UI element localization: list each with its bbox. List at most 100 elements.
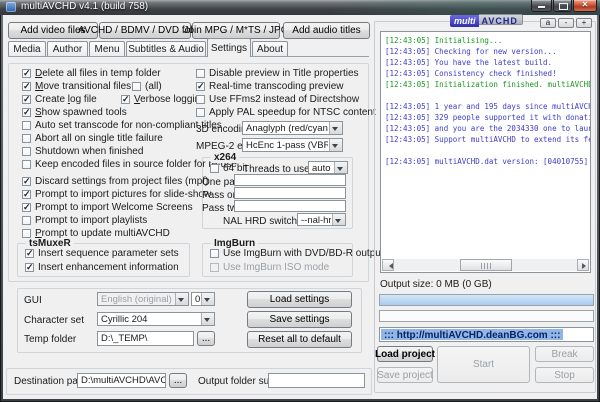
3d-encoding-value: Anaglyph (red/cyan) (246, 123, 328, 134)
checkbox-insert-sps[interactable]: Insert sequence parameter sets (25, 249, 179, 259)
checkbox-box[interactable] (22, 190, 31, 199)
tab-author[interactable]: Author (47, 41, 88, 57)
checkbox-box[interactable] (196, 108, 205, 117)
multiavchd-logo: multiAVCHD (450, 15, 523, 27)
checkbox-box[interactable] (196, 69, 205, 78)
log-line: [12:43:05] You have the latest build. (385, 57, 590, 68)
log-horizontal-scrollbar[interactable] (382, 259, 589, 271)
mpeg2-encoder-select[interactable]: HcEnc 1-pass (VBR) (242, 138, 343, 152)
log-font-button[interactable]: a (540, 18, 556, 28)
gui-index-select[interactable]: 0 (191, 292, 215, 306)
x264-group-title: x264 (211, 152, 239, 163)
checkbox-x264-64bit[interactable]: 64 bit (210, 164, 247, 174)
homepage-url-field[interactable]: ::: http://multiAVCHD.deanBG.com ::: (379, 327, 594, 342)
chevron-down-icon (201, 293, 214, 305)
checkbox-box[interactable] (22, 134, 31, 143)
checkbox-move-transitional-files[interactable]: Move transitional files (22, 82, 131, 92)
save-project-button: Save project (377, 367, 433, 383)
scroll-right-arrow-icon[interactable] (577, 259, 589, 271)
load-settings-button[interactable]: Load settings (247, 291, 352, 308)
tab-media[interactable]: Media (8, 41, 46, 57)
join-mpg-mts-jpg-button[interactable]: Join MPG / M*TS / JPG (192, 22, 280, 39)
checkbox-shutdown-when-finished[interactable]: Shutdown when finished (22, 147, 143, 157)
character-set-select[interactable]: Cyrillic 204 (97, 312, 215, 326)
output-suffix-input[interactable] (268, 373, 365, 388)
threads-select[interactable]: auto (308, 161, 348, 174)
tab-settings[interactable]: Settings (207, 38, 251, 57)
checkbox-label: Use FFms2 instead of Directshow (209, 95, 359, 105)
log-output[interactable]: [12:43:05] Initialising... [12:43:05] Ch… (380, 31, 591, 273)
minimize-button[interactable] (531, 0, 552, 12)
checkbox-box[interactable] (210, 164, 219, 173)
checkbox-box[interactable] (22, 160, 31, 169)
nal-hrd-select[interactable]: --nal-hrd vbr (297, 213, 346, 226)
save-settings-button[interactable]: Save settings (247, 311, 352, 328)
checkbox-discard-project-settings[interactable]: Discard settings from project files (mpf… (22, 177, 208, 187)
checkbox-prompt-import-welcome-screens[interactable]: Prompt to import Welcome Screens (22, 203, 193, 213)
checkbox-label: Show spawned tools (35, 108, 127, 118)
checkbox-use-ffms2[interactable]: Use FFms2 instead of Directshow (196, 95, 359, 105)
3d-encoding-select[interactable]: Anaglyph (red/cyan) (242, 121, 343, 135)
checkbox-abort-on-failure[interactable]: Abort all on single title failure (22, 134, 163, 144)
checkbox-box[interactable] (210, 249, 219, 258)
checkbox-insert-sei[interactable]: Insert enhancement information (25, 263, 179, 273)
scrollbar-thumb[interactable] (460, 259, 512, 271)
checkbox-box[interactable] (22, 216, 31, 225)
reset-settings-button[interactable]: Reset all to default (247, 331, 352, 348)
checkbox-move-all[interactable]: (all) (132, 82, 162, 92)
maximize-button[interactable] (553, 0, 572, 12)
chevron-down-icon (329, 122, 342, 134)
checkbox-box[interactable] (196, 82, 205, 91)
checkbox-box[interactable] (22, 177, 31, 186)
one-pass-input[interactable] (234, 174, 346, 186)
checkbox-box[interactable] (22, 147, 31, 156)
temp-folder-browse-button[interactable]: ... (197, 331, 215, 346)
checkbox-box[interactable] (132, 82, 141, 91)
pass-two-input[interactable] (234, 200, 346, 212)
checkbox-delete-temp-files[interactable]: Delete all files in temp folder (22, 69, 161, 79)
window-title: multiAVCHD v4.1 (build 758) (21, 1, 148, 12)
temp-folder-input[interactable]: D:\_TEMP\ (97, 331, 194, 346)
log-shrink-button[interactable]: - (558, 18, 574, 28)
checkbox-label: (all) (145, 82, 162, 92)
checkbox-create-log-file[interactable]: Create log file (22, 95, 97, 105)
checkbox-box[interactable] (22, 229, 31, 238)
checkbox-box[interactable] (22, 95, 31, 104)
checkbox-prompt-import-playlists[interactable]: Prompt to import playlists (22, 216, 147, 226)
checkbox-box[interactable] (22, 203, 31, 212)
checkbox-box[interactable] (22, 108, 31, 117)
checkbox-label: Auto set transcode for non-compliant tit… (35, 121, 222, 131)
destination-path-input[interactable]: D:\multiAVCHD\AVCHD\ (77, 373, 166, 388)
load-project-button[interactable]: Load project (377, 346, 433, 362)
checkbox-box[interactable] (22, 121, 31, 130)
tab-subtitles-audio[interactable]: Subtitles & Audio (126, 41, 206, 57)
checkbox-disable-preview[interactable]: Disable preview in Title properties (196, 69, 359, 79)
checkbox-auto-set-transcode[interactable]: Auto set transcode for non-compliant tit… (22, 121, 222, 131)
destination-browse-button[interactable]: ... (169, 373, 187, 388)
checkbox-pal-speedup[interactable]: Apply PAL speedup for NTSC content (196, 108, 376, 118)
checkbox-box[interactable] (22, 69, 31, 78)
checkbox-box[interactable] (22, 82, 31, 91)
tab-about[interactable]: About (252, 41, 288, 57)
checkbox-realtime-preview[interactable]: Real-time transcoding preview (196, 82, 344, 92)
tab-menu[interactable]: Menu (89, 41, 125, 57)
checkbox-verbose-logging[interactable]: Verbose logging (121, 95, 206, 105)
log-grow-button[interactable]: + (576, 18, 592, 28)
checkbox-label: Move transitional files (35, 82, 131, 92)
checkbox-show-spawned-tools[interactable]: Show spawned tools (22, 108, 127, 118)
checkbox-label: Prompt to import Welcome Screens (35, 203, 193, 213)
checkbox-box[interactable] (196, 95, 205, 104)
log-line: [12:43:05] 1 year and 195 days since mul… (385, 101, 590, 112)
pass-one-input[interactable] (234, 187, 346, 199)
avchd-bdmv-dvd-folders-button[interactable]: AVCHD / BDMV / DVD folders (99, 22, 191, 39)
checkbox-label: Apply PAL speedup for NTSC content (209, 108, 376, 118)
checkbox-box[interactable] (25, 263, 34, 272)
checkbox-box[interactable] (121, 95, 130, 104)
scroll-left-arrow-icon[interactable] (382, 259, 394, 271)
checkbox-box[interactable] (25, 249, 34, 258)
checkbox-use-imgburn[interactable]: Use ImgBurn with DVD/BD-R output (210, 249, 384, 259)
close-button[interactable] (573, 0, 597, 12)
temp-folder-label: Temp folder (24, 334, 76, 345)
checkbox-prompt-import-pictures[interactable]: Prompt to import pictures for slide-show (22, 190, 211, 200)
add-audio-titles-button[interactable]: Add audio titles (283, 22, 370, 39)
